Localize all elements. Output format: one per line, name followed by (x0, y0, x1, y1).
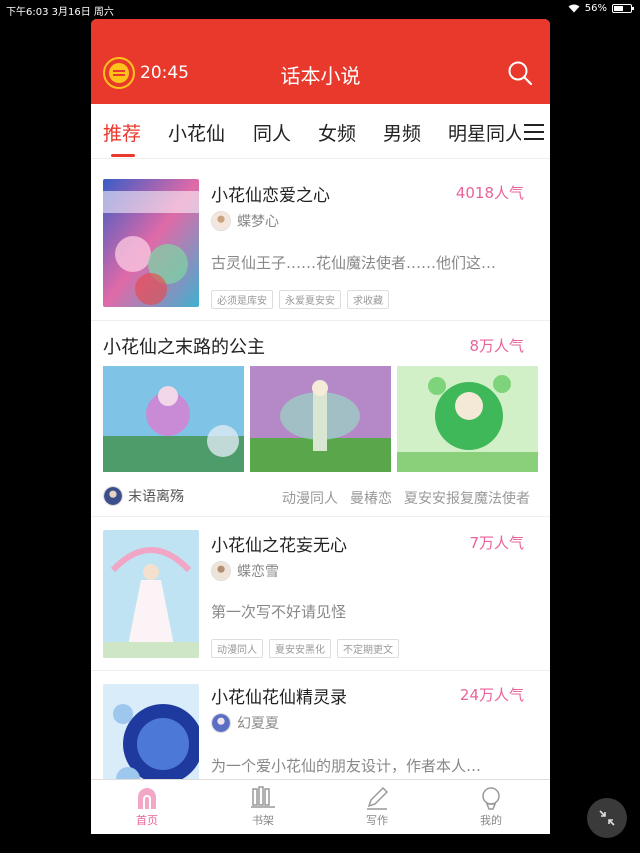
profile-icon (482, 787, 500, 810)
book-illustration-image (397, 366, 538, 472)
tag[interactable]: 必须是库安 (211, 290, 273, 309)
book-image-strip (103, 366, 538, 472)
book-card[interactable]: 小花仙恋爱之心 4018人气 蝶梦心 古灵仙王子……花仙魔法使者……他们这… 必… (91, 159, 550, 321)
battery-icon (612, 4, 634, 13)
book-illustration-image (250, 366, 391, 472)
tag-list: 必须是库安 永爱夏安安 求收藏 (211, 290, 389, 309)
wifi-icon (568, 4, 580, 13)
avatar (211, 713, 231, 733)
tab-celebrity[interactable]: 明星同人 (448, 119, 521, 146)
book-title: 小花仙恋爱之心 (211, 186, 330, 206)
book-title: 小花仙之花妄无心 (211, 536, 347, 556)
app-window: 20:45 话本小说 推荐 小花仙 同人 女频 男频 明星同人 小花仙恋爱之心 … (91, 19, 550, 834)
popularity-count: 7万人气 (469, 534, 524, 552)
book-title: 小花仙之末路的公主 (103, 337, 265, 358)
popularity-count: 8万人气 (469, 337, 524, 355)
status-time-date: 下午6:03 3月16日 周六 (6, 7, 114, 18)
tag[interactable]: 不定期更文 (337, 639, 399, 658)
tag-list: 动漫同人 曼椿恋 夏安安报复魔法使者 (282, 488, 530, 508)
tag[interactable]: 夏安安报复魔法使者 (404, 488, 530, 508)
book-description: 第一次写不好请见怪 (211, 603, 347, 621)
avatar (211, 211, 231, 231)
nav-label: 首页 (136, 814, 158, 827)
nav-label: 我的 (480, 814, 502, 827)
bottom-nav-bar: 首页 书架 写作 我的 (91, 779, 550, 834)
tab-recommend[interactable]: 推荐 (103, 119, 141, 146)
author-name: 末语离殇 (128, 489, 184, 505)
tag[interactable]: 永爱夏安安 (279, 290, 341, 309)
book-card[interactable]: 小花仙花仙精灵录 24万人气 幻夏夏 为一个爱小花仙的朋友设计，作者本人… (91, 671, 550, 812)
home-icon (138, 788, 156, 809)
app-title: 话本小说 (280, 64, 361, 88)
author-name: 蝶恋雪 (237, 564, 279, 580)
author-info[interactable]: 幻夏夏 (211, 713, 279, 733)
book-cover-image (103, 179, 199, 307)
menu-icon[interactable] (524, 124, 544, 140)
tag[interactable]: 动漫同人 (282, 488, 338, 508)
pencil-icon (367, 786, 389, 810)
tag[interactable]: 动漫同人 (211, 639, 263, 658)
tab-male[interactable]: 男频 (383, 119, 421, 146)
nav-label: 写作 (366, 814, 388, 827)
book-cover-image (103, 530, 199, 658)
nav-label: 书架 (252, 814, 274, 827)
author-name: 幻夏夏 (237, 716, 279, 732)
nav-profile[interactable]: 我的 (461, 786, 521, 828)
app-header: 20:45 话本小说 (91, 19, 550, 104)
collapse-window-button[interactable] (587, 798, 627, 838)
book-description: 为一个爱小花仙的朋友设计，作者本人… (211, 757, 482, 775)
popularity-count: 24万人气 (459, 686, 524, 704)
avatar (103, 486, 123, 506)
tag-list: 动漫同人 夏安安黑化 不定期更文 (211, 639, 399, 658)
avatar (211, 561, 231, 581)
nav-home[interactable]: 首页 (117, 786, 177, 828)
nav-write[interactable]: 写作 (347, 786, 407, 828)
category-tabs: 推荐 小花仙 同人 女频 男频 明星同人 (91, 104, 550, 159)
tab-xiaohuaxian[interactable]: 小花仙 (168, 119, 225, 146)
author-info[interactable]: 蝶梦心 (211, 211, 279, 231)
book-description: 古灵仙王子……花仙魔法使者……他们这… (211, 254, 497, 272)
author-name: 蝶梦心 (237, 214, 279, 230)
active-tab-indicator (111, 154, 135, 157)
book-card[interactable]: 小花仙之花妄无心 7万人气 蝶恋雪 第一次写不好请见怪 动漫同人 夏安安黑化 不… (91, 517, 550, 671)
author-info[interactable]: 末语离殇 (103, 486, 184, 506)
search-icon[interactable] (507, 60, 533, 86)
system-status-bar: 下午6:03 3月16日 周六 56% (0, 0, 640, 18)
tag[interactable]: 曼椿恋 (350, 488, 392, 508)
nav-bookshelf[interactable]: 书架 (233, 786, 293, 828)
collapse-arrows-icon (599, 810, 615, 826)
tag[interactable]: 求收藏 (347, 290, 389, 309)
tag[interactable]: 夏安安黑化 (269, 639, 331, 658)
tab-female[interactable]: 女频 (318, 119, 356, 146)
battery-percent: 56% (584, 3, 607, 14)
book-card-wide[interactable]: 小花仙之末路的公主 8万人气 末语离殇 动漫同人 曼椿恋 夏安安报复魔法使者 (91, 321, 550, 517)
bookshelf-icon (251, 786, 275, 808)
book-title: 小花仙花仙精灵录 (211, 688, 347, 708)
author-info[interactable]: 蝶恋雪 (211, 561, 279, 581)
book-illustration-image (103, 366, 244, 472)
tab-fanfic[interactable]: 同人 (253, 119, 291, 146)
popularity-count: 4018人气 (455, 184, 524, 202)
